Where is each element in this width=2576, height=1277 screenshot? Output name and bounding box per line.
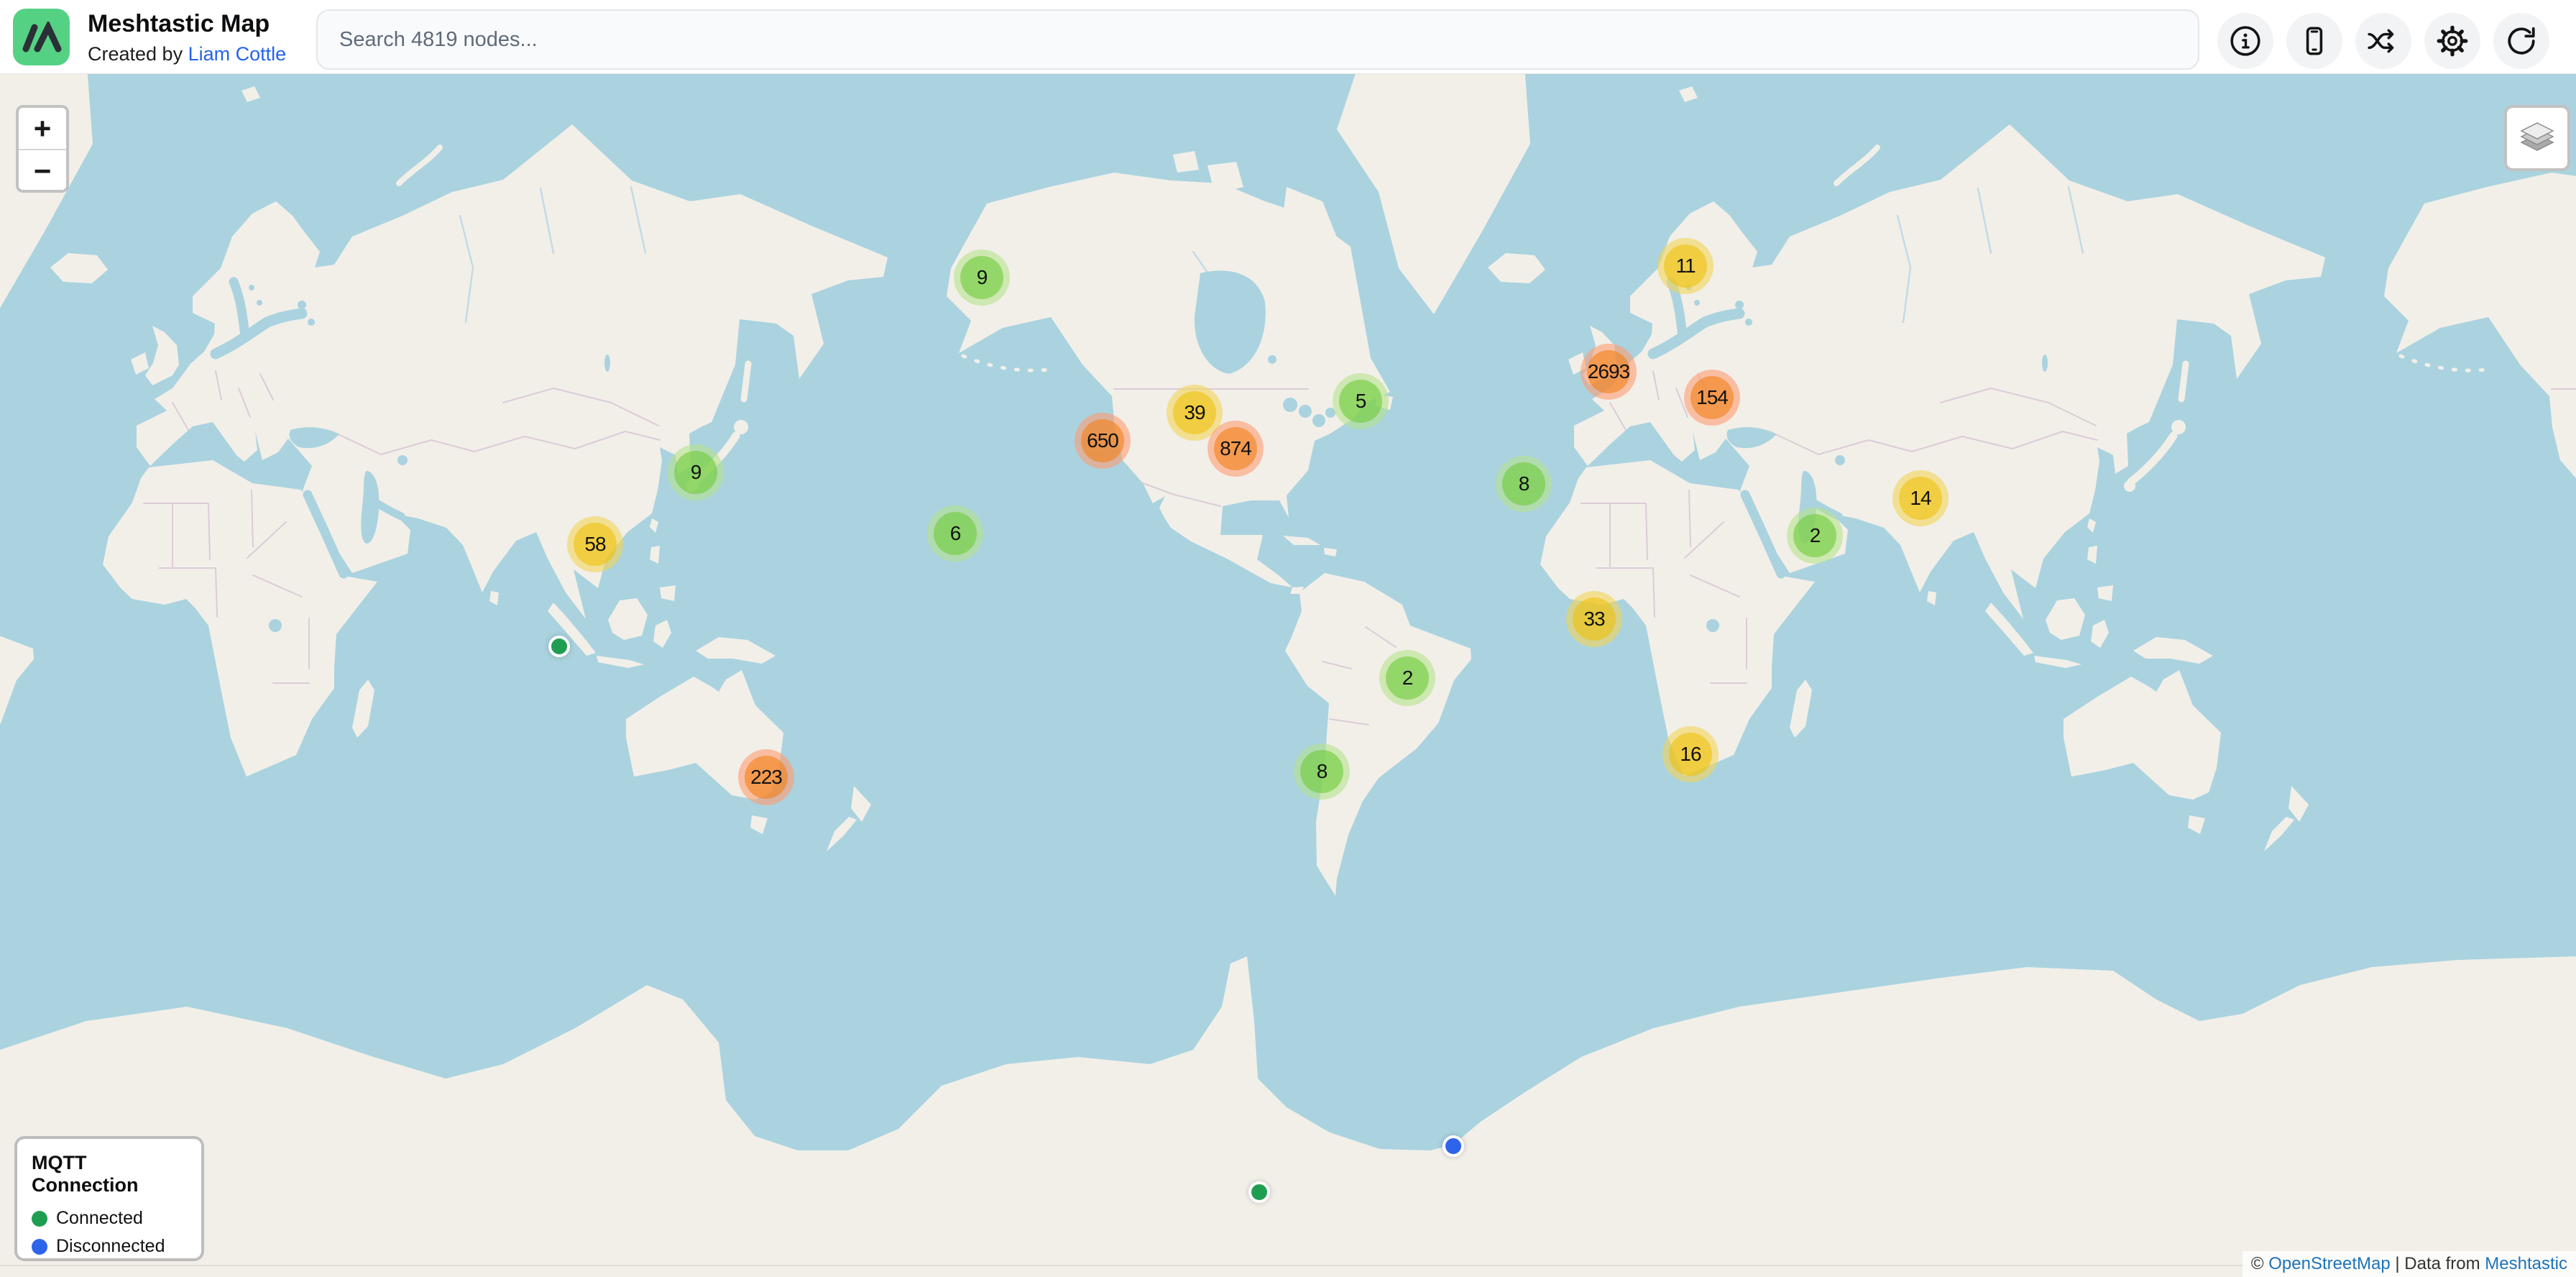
legend-label: Connected: [56, 1208, 143, 1229]
zoom-out-button[interactable]: −: [19, 149, 66, 190]
attribution-separator: |: [2391, 1254, 2405, 1273]
gear-icon: [2436, 24, 2469, 58]
zoom-control: + −: [16, 105, 69, 193]
map-attribution: © OpenStreetMap | Data from Meshtastic: [2242, 1251, 2576, 1277]
connected-dot: [32, 1211, 47, 1227]
cluster-marker[interactable]: 2: [1379, 650, 1435, 706]
cluster-marker[interactable]: 6: [927, 505, 983, 562]
meshtastic-logo: [13, 9, 70, 65]
node-marker-disconnected[interactable]: [1443, 1135, 1464, 1157]
meshtastic-logo-icon: [22, 22, 62, 53]
subtitle-prefix: Created by: [88, 43, 188, 65]
disconnected-dot: [32, 1239, 47, 1255]
cluster-marker[interactable]: 11: [1657, 238, 1714, 294]
cluster-marker[interactable]: 9: [954, 250, 1010, 306]
shuffle-icon: [2367, 24, 2400, 58]
layers-icon: [2516, 119, 2559, 157]
cluster-marker[interactable]: 33: [1566, 591, 1622, 647]
cluster-marker[interactable]: 154: [1684, 370, 1740, 426]
cluster-marker[interactable]: 58: [567, 516, 623, 572]
author-link[interactable]: Liam Cottle: [188, 43, 287, 65]
cluster-marker[interactable]: 9: [668, 444, 724, 500]
data-from-label: Data from: [2404, 1254, 2485, 1273]
legend-item-disconnected: Disconnected: [32, 1236, 187, 1257]
cluster-marker[interactable]: 8: [1496, 456, 1552, 512]
device-button[interactable]: [2286, 13, 2342, 69]
zoom-in-button[interactable]: +: [19, 108, 66, 149]
legend-label: Disconnected: [56, 1236, 165, 1257]
settings-button[interactable]: [2424, 13, 2480, 69]
page-title: Meshtastic Map: [88, 10, 270, 38]
smartphone-icon: [2298, 24, 2331, 58]
mqtt-connection-legend: MQTT Connection Connected Disconnected: [14, 1136, 204, 1261]
shuffle-button[interactable]: [2355, 13, 2411, 69]
refresh-button[interactable]: [2493, 13, 2549, 69]
cluster-marker[interactable]: 650: [1075, 413, 1131, 469]
cluster-marker[interactable]: 8: [1294, 743, 1350, 800]
copyright-symbol: ©: [2251, 1254, 2268, 1273]
osm-link[interactable]: OpenStreetMap: [2268, 1254, 2390, 1273]
info-icon: [2229, 24, 2262, 58]
cluster-marker[interactable]: 5: [1333, 373, 1389, 429]
meshtastic-link[interactable]: Meshtastic: [2485, 1254, 2567, 1273]
app-header: Meshtastic Map Created by Liam Cottle: [0, 0, 2576, 74]
cluster-marker[interactable]: 2693: [1581, 344, 1637, 400]
cluster-marker[interactable]: 14: [1892, 470, 1949, 526]
legend-title: MQTT Connection: [32, 1152, 187, 1196]
info-button[interactable]: [2217, 13, 2273, 69]
layers-control[interactable]: [2504, 105, 2570, 171]
search-input[interactable]: [316, 9, 2199, 70]
cluster-marker[interactable]: 2: [1787, 508, 1843, 564]
cluster-marker[interactable]: 16: [1662, 726, 1719, 782]
markers-layer: 965039874582693111542143316958622328: [0, 0, 2576, 1277]
cluster-marker[interactable]: 874: [1208, 421, 1264, 477]
refresh-icon: [2505, 24, 2538, 58]
legend-item-connected: Connected: [32, 1208, 187, 1229]
node-marker-connected[interactable]: [548, 636, 570, 657]
cluster-marker[interactable]: 223: [738, 749, 794, 805]
page-subtitle: Created by Liam Cottle: [88, 43, 286, 65]
node-marker-connected[interactable]: [1248, 1181, 1270, 1203]
